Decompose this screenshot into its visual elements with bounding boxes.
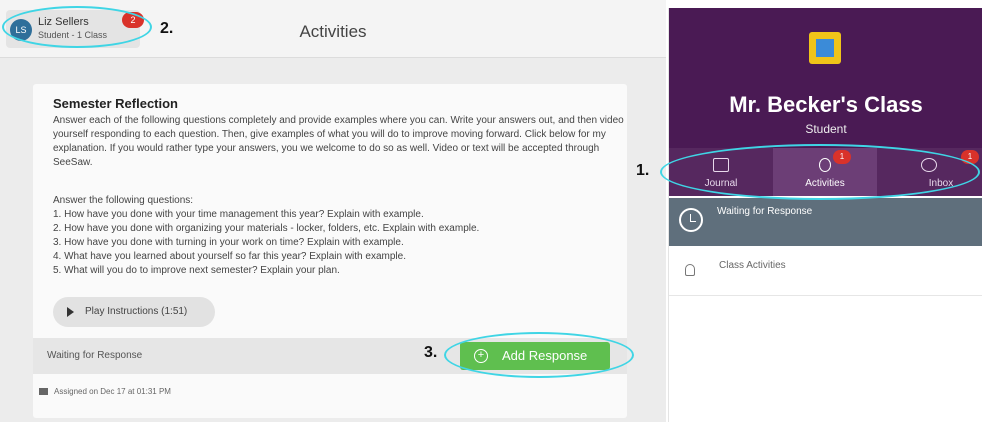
waiting-label: Waiting for Response: [717, 206, 813, 217]
clock-icon: [679, 208, 703, 232]
class-activities-label: Class Activities: [719, 260, 786, 271]
class-name: Mr. Becker's Class: [729, 92, 923, 117]
activity-description: Answer each of the following questions c…: [53, 115, 624, 168]
activity-title: Semester Reflection: [53, 96, 178, 111]
waiting-for-response-item[interactable]: Waiting for Response: [669, 198, 982, 246]
question-item: 3. How have you done with turning in you…: [53, 237, 404, 248]
class-activities-item[interactable]: Class Activities: [669, 246, 982, 296]
annotation-ring-user: [2, 6, 152, 48]
class-icon: [809, 32, 841, 64]
play-instructions-label: Play Instructions (1:51): [85, 306, 188, 317]
class-header: Mr. Becker's Class Student: [669, 8, 982, 148]
question-item: 2. How have you done with organizing you…: [53, 223, 480, 234]
annotation-label-3: 3.: [424, 344, 438, 361]
play-icon: [67, 307, 74, 317]
annotation-label-1: 1.: [636, 162, 650, 179]
assigned-date: Assigned on Dec 17 at 01:31 PM: [39, 387, 171, 396]
assigned-text: Assigned on Dec 17 at 01:31 PM: [54, 387, 171, 396]
questions-list: 1. How have you done with your time mana…: [53, 208, 613, 278]
question-item: 5. What will you do to improve next seme…: [53, 265, 340, 276]
question-item: 1. How have you done with your time mana…: [53, 209, 424, 220]
annotation-label-2: 2.: [160, 20, 174, 37]
class-panel: Mr. Becker's Class Student Journal 1 Act…: [668, 8, 982, 422]
calendar-icon: [39, 388, 48, 396]
class-role: Student: [805, 122, 847, 136]
questions-intro: Answer the following questions:: [53, 195, 194, 206]
status-label: Waiting for Response: [47, 350, 143, 361]
question-item: 4. What have you learned about yourself …: [53, 251, 406, 262]
play-instructions-button[interactable]: Play Instructions (1:51): [53, 297, 215, 327]
annotation-ring-add: [444, 332, 634, 378]
lightbulb-icon: [685, 264, 695, 276]
annotation-ring-nav: [660, 144, 980, 200]
